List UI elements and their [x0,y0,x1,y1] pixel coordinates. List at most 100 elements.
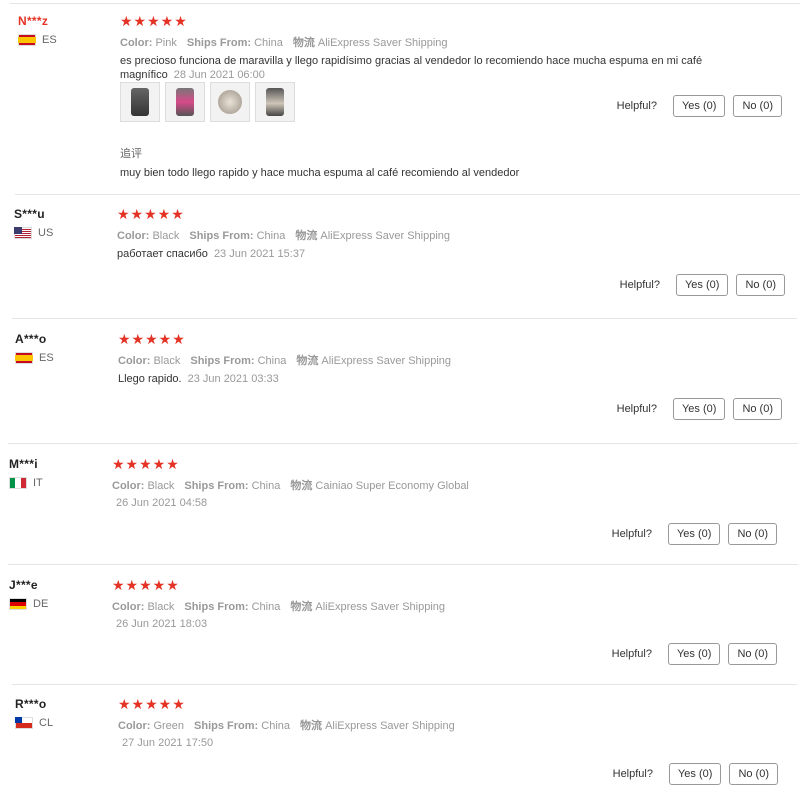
review-item: S***u US ★★★★★ Color: Black Ships From: C… [0,195,800,318]
helpful-yes-button[interactable]: Yes (0) [667,643,721,665]
reviewer-info: M***i IT [9,457,43,489]
helpful-no-button[interactable]: No (0) [733,95,782,117]
helpful-vote: Helpful? Yes (0) No (0) [612,643,777,665]
reviewer-info: J***e DE [9,578,48,610]
reviewer-country: ES [15,352,54,364]
helpful-yes-button[interactable]: Yes (0) [672,398,726,420]
helpful-vote: Helpful? Yes (0) No (0) [617,95,782,117]
review-text: Llego rapido. 23 Jun 2021 03:33 [118,373,279,385]
shipping-method: AliExpress Saver Shipping [325,720,455,732]
helpful-yes-button[interactable]: Yes (0) [667,523,721,545]
country-code: ES [39,352,54,364]
helpful-vote: Helpful? Yes (0) No (0) [613,763,778,785]
reviewer-country: DE [9,598,48,610]
color-value: Black [152,230,180,242]
shipping-method: Cainiao Super Economy Global [315,480,469,492]
review-item: M***i IT ★★★★★ Color: Black Ships From: C… [0,444,800,564]
review-date: 23 Jun 2021 15:37 [213,248,306,260]
shipping-method: AliExpress Saver Shipping [320,230,451,242]
reviewer-country: IT [9,477,43,489]
color-value: Pink [155,37,177,49]
country-code: US [38,227,54,239]
spain-flag-icon [15,352,33,364]
helpful-yes-button[interactable]: Yes (0) [668,763,722,785]
color-value: Black [147,601,175,613]
helpful-no-button[interactable]: No (0) [728,523,777,545]
review-text: es precioso funciona de maravilla y lleg… [120,55,703,81]
review-photo[interactable] [255,82,295,122]
helpful-no-button[interactable]: No (0) [729,763,778,785]
reviewer-country: CL [15,717,53,729]
order-info: Color: Black Ships From: China 物流 AliExpre… [118,355,452,367]
order-info: Color: Black Ships From: China 物流 Cainiao … [112,480,469,492]
followup-text: muy bien todo llego rapido y hace mucha … [120,167,520,179]
country-code: IT [33,477,43,489]
review-item: A***o ES ★★★★★ Color: Black Ships From: C… [0,319,800,443]
chile-flag-icon [15,717,33,729]
review-item: N***z ES ★★★★★ Color: Pink Ships From: Ch… [0,0,800,194]
star-rating: ★★★★★ [120,13,188,29]
review-photo[interactable] [165,82,205,122]
helpful-label: Helpful? [611,528,652,540]
reviewer-info: N***z ES [18,14,57,46]
germany-flag-icon [9,598,27,610]
helpful-no-button[interactable]: No (0) [728,643,777,665]
country-code: CL [39,717,54,729]
review-date: 23 Jun 2021 03:33 [187,373,279,385]
reviewer-name: M***i [9,457,38,471]
star-rating: ★★★★★ [112,456,180,472]
reviewer-name: S***u [14,207,45,221]
review-photo[interactable] [120,82,160,122]
shipping-method: AliExpress Saver Shipping [321,355,452,367]
reviewer-name: R***o [15,697,47,711]
country-code: ES [42,34,57,46]
reviewer-name: J***e [9,578,38,592]
color-value: Green [153,720,185,732]
helpful-no-button[interactable]: No (0) [733,398,782,420]
helpful-vote: Helpful? Yes (0) No (0) [617,398,782,420]
review-date: 27 Jun 2021 17:50 [122,737,214,749]
ships-from-value: China [254,37,283,49]
reviewer-info: A***o ES [15,332,54,364]
order-info: Color: Black Ships From: China 物流 AliExpre… [117,230,451,242]
review-date: 28 Jun 2021 06:00 [173,69,265,81]
helpful-label: Helpful? [611,648,652,660]
review-date: 26 Jun 2021 04:58 [116,497,208,509]
reviewer-name: N***z [18,14,49,28]
usa-flag-icon [14,227,32,239]
helpful-label: Helpful? [616,403,657,415]
review-date: 26 Jun 2021 18:03 [116,618,208,630]
reviewer-info: R***o CL [15,697,53,729]
helpful-label: Helpful? [619,279,660,291]
italy-flag-icon [9,477,27,489]
order-info: Color: Black Ships From: China 物流 AliExpre… [112,601,446,613]
color-value: Black [153,355,181,367]
star-rating: ★★★★★ [118,696,186,712]
followup-label: 追评 [120,148,142,160]
ships-from-value: China [256,230,286,242]
review-item: R***o CL ★★★★★ Color: Green Ships From: C… [0,685,800,800]
order-info: Color: Green Ships From: China 物流 AliExpre… [118,720,455,732]
helpful-yes-button[interactable]: Yes (0) [672,95,726,117]
country-code: DE [33,598,49,610]
shipping-method: AliExpress Saver Shipping [317,37,448,49]
shipping-method: AliExpress Saver Shipping [315,601,446,613]
ships-from-value: China [261,720,291,732]
helpful-no-button[interactable]: No (0) [736,274,785,296]
helpful-label: Helpful? [612,768,653,780]
reviewer-name: A***o [15,332,47,346]
ships-from-value: China [257,355,287,367]
reviewer-info: S***u US [14,207,53,239]
helpful-yes-button[interactable]: Yes (0) [675,274,729,296]
ships-from-value: China [251,480,281,492]
reviewer-country: ES [18,34,57,46]
review-photos [120,82,295,122]
spain-flag-icon [18,34,36,46]
review-text: работает спасибо 23 Jun 2021 15:37 [117,248,306,260]
ships-from-value: China [251,601,281,613]
star-rating: ★★★★★ [118,331,186,347]
reviewer-country: US [14,227,53,239]
order-info: Color: Pink Ships From: China 物流 AliExpres… [120,37,448,49]
review-photo[interactable] [210,82,250,122]
star-rating: ★★★★★ [117,206,185,222]
